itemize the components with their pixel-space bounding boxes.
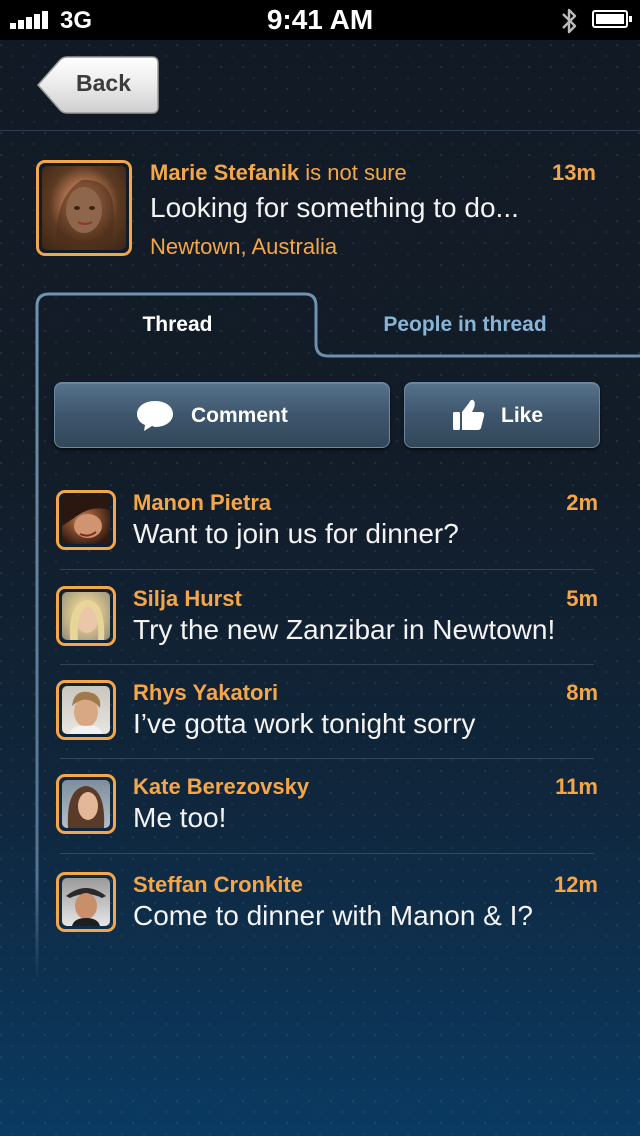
thread-author-name[interactable]: Silja Hurst <box>133 586 242 612</box>
like-button[interactable]: Like <box>404 382 600 448</box>
thumbs-up-icon <box>453 399 485 430</box>
thread-message: Me too! <box>133 802 227 833</box>
thread-message: Want to join us for dinner? <box>133 518 459 549</box>
divider <box>60 569 594 570</box>
avatar[interactable] <box>56 680 116 740</box>
post-timestamp: 13m <box>551 160 596 185</box>
back-button[interactable]: Back <box>36 56 160 114</box>
status-bar: 3G 9:41 AM <box>0 0 640 40</box>
battery-icon <box>592 10 632 28</box>
thread-timestamp: 8m <box>566 680 598 705</box>
post-author-name[interactable]: Marie Stefanik <box>150 160 299 185</box>
avatar[interactable] <box>56 490 116 550</box>
thread-timestamp: 2m <box>566 490 598 515</box>
avatar-portrait <box>62 496 110 538</box>
thread-timestamp: 11m <box>555 774 598 799</box>
thread-message: Try the new Zanzibar in Newtown! <box>133 614 556 645</box>
screen: 3G 9:41 AM Back Marie Stefanik is not su… <box>0 0 640 1136</box>
tab-thread[interactable]: Thread <box>40 300 315 350</box>
post-author-avatar[interactable] <box>36 160 132 256</box>
avatar[interactable] <box>56 872 116 932</box>
avatar-portrait <box>55 179 114 250</box>
thread-timestamp: 12m <box>553 872 598 897</box>
back-button-label: Back <box>76 70 131 96</box>
avatar[interactable] <box>56 586 116 646</box>
post-text: Looking for something to do... <box>150 192 519 223</box>
post-author-status: is not sure <box>299 160 407 185</box>
status-time: 9:41 AM <box>266 4 374 35</box>
avatar-portrait <box>67 786 105 828</box>
thread-author-name[interactable]: Kate Berezovsky <box>133 774 309 800</box>
bluetooth-icon <box>562 8 577 34</box>
tab-people-in-thread[interactable]: People in thread <box>320 300 610 350</box>
avatar-portrait <box>70 691 102 734</box>
avatar[interactable] <box>56 774 116 834</box>
like-button-label: Like <box>501 404 544 427</box>
divider <box>60 664 594 665</box>
divider <box>60 853 594 854</box>
avatar-portrait <box>69 600 105 640</box>
post-location[interactable]: Newtown, Australia <box>150 234 337 260</box>
speech-bubble-icon <box>137 401 173 431</box>
avatar-portrait <box>66 888 106 926</box>
thread-message: I’ve gotta work tonight sorry <box>133 708 476 739</box>
comment-button-label: Comment <box>191 404 288 427</box>
thread-author-name[interactable]: Rhys Yakatori <box>133 680 278 706</box>
post-author-line: Marie Stefanik is not sure <box>150 160 407 186</box>
nav-bar: Back <box>0 40 640 131</box>
thread-author-name[interactable]: Steffan Cronkite <box>133 872 303 898</box>
divider <box>60 758 594 759</box>
comment-button[interactable]: Comment <box>54 382 390 448</box>
thread-timestamp: 5m <box>566 586 598 611</box>
thread-message: Come to dinner with Manon & I? <box>133 900 533 931</box>
thread-author-name[interactable]: Manon Pietra <box>133 490 271 516</box>
